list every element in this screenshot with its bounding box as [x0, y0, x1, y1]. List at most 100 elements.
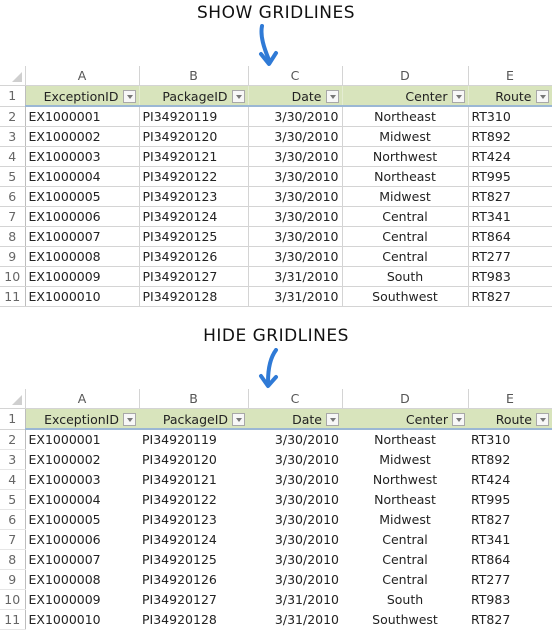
- cell-center[interactable]: Northeast: [342, 489, 468, 509]
- cell-center[interactable]: Midwest: [342, 509, 468, 529]
- row-number[interactable]: 3: [0, 126, 26, 147]
- cell-date[interactable]: 3/30/2010: [248, 509, 342, 529]
- cell-exceptionid[interactable]: EX1000001: [25, 106, 140, 127]
- filter-dropdown-icon[interactable]: [535, 89, 549, 103]
- cell-date[interactable]: 3/30/2010: [248, 226, 343, 247]
- cell-packageid[interactable]: PI34920121: [139, 469, 248, 489]
- cell-packageid[interactable]: PI34920122: [139, 166, 249, 187]
- cell-center[interactable]: Southwest: [342, 286, 469, 307]
- filter-dropdown-icon[interactable]: [232, 412, 245, 426]
- cell-route[interactable]: RT310: [468, 106, 552, 127]
- cell-route[interactable]: RT424: [468, 469, 552, 489]
- filter-dropdown-icon[interactable]: [325, 89, 339, 103]
- cell-route[interactable]: RT892: [468, 449, 552, 469]
- header-cell[interactable]: Date: [248, 85, 343, 107]
- header-cell[interactable]: ExceptionID: [25, 408, 139, 430]
- cell-center[interactable]: Central: [342, 529, 468, 549]
- cell-date[interactable]: 3/30/2010: [248, 529, 342, 549]
- cell-date[interactable]: 3/30/2010: [248, 489, 342, 509]
- cell-packageid[interactable]: PI34920119: [139, 429, 248, 449]
- cell-packageid[interactable]: PI34920119: [139, 106, 249, 127]
- filter-dropdown-icon[interactable]: [326, 412, 339, 426]
- cell-center[interactable]: Midwest: [342, 126, 469, 147]
- cell-route[interactable]: RT864: [468, 226, 552, 247]
- cell-route[interactable]: RT341: [468, 206, 552, 227]
- cell-packageid[interactable]: PI34920126: [139, 246, 249, 267]
- cell-center[interactable]: Northeast: [342, 429, 468, 449]
- header-cell[interactable]: Date: [248, 408, 342, 430]
- header-cell[interactable]: Center: [342, 85, 469, 107]
- filter-dropdown-icon[interactable]: [536, 412, 549, 426]
- column-header-d[interactable]: D: [342, 389, 469, 409]
- cell-packageid[interactable]: PI34920127: [139, 266, 249, 287]
- cell-center[interactable]: Northwest: [342, 469, 468, 489]
- cell-date[interactable]: 3/31/2010: [248, 609, 342, 629]
- row-number[interactable]: 8: [0, 549, 26, 570]
- cell-date[interactable]: 3/30/2010: [248, 146, 343, 167]
- row-number[interactable]: 7: [0, 529, 26, 550]
- filter-dropdown-icon[interactable]: [122, 89, 136, 103]
- row-number[interactable]: 11: [0, 286, 26, 307]
- column-header-d[interactable]: D: [342, 66, 469, 86]
- row-number[interactable]: 6: [0, 186, 26, 207]
- cell-route[interactable]: RT983: [468, 266, 552, 287]
- cell-date[interactable]: 3/31/2010: [248, 286, 343, 307]
- cell-route[interactable]: RT864: [468, 549, 552, 569]
- cell-packageid[interactable]: PI34920123: [139, 509, 248, 529]
- row-number[interactable]: 11: [0, 609, 26, 630]
- cell-exceptionid[interactable]: EX1000002: [25, 126, 140, 147]
- cell-center[interactable]: South: [342, 589, 468, 609]
- cell-date[interactable]: 3/30/2010: [248, 549, 342, 569]
- cell-packageid[interactable]: PI34920121: [139, 146, 249, 167]
- row-number[interactable]: 5: [0, 166, 26, 187]
- cell-center[interactable]: Central: [342, 569, 468, 589]
- cell-exceptionid[interactable]: EX1000007: [25, 226, 140, 247]
- filter-dropdown-icon[interactable]: [123, 412, 136, 426]
- cell-route[interactable]: RT277: [468, 569, 552, 589]
- row-number[interactable]: 9: [0, 246, 26, 267]
- row-number[interactable]: 1: [0, 408, 26, 430]
- cell-exceptionid[interactable]: EX1000008: [25, 569, 139, 589]
- cell-exceptionid[interactable]: EX1000004: [25, 166, 140, 187]
- cell-route[interactable]: RT424: [468, 146, 552, 167]
- row-number[interactable]: 4: [0, 146, 26, 167]
- cell-date[interactable]: 3/30/2010: [248, 246, 343, 267]
- row-number[interactable]: 2: [0, 429, 26, 450]
- column-header-b[interactable]: B: [139, 389, 249, 409]
- cell-exceptionid[interactable]: EX1000003: [25, 469, 139, 489]
- cell-date[interactable]: 3/30/2010: [248, 569, 342, 589]
- header-cell[interactable]: PackageID: [139, 408, 248, 430]
- cell-exceptionid[interactable]: EX1000002: [25, 449, 139, 469]
- row-number[interactable]: 6: [0, 509, 26, 530]
- cell-packageid[interactable]: PI34920125: [139, 549, 248, 569]
- header-cell[interactable]: ExceptionID: [25, 85, 140, 107]
- cell-date[interactable]: 3/31/2010: [248, 266, 343, 287]
- cell-packageid[interactable]: PI34920123: [139, 186, 249, 207]
- cell-packageid[interactable]: PI34920120: [139, 449, 248, 469]
- filter-dropdown-icon[interactable]: [231, 89, 245, 103]
- header-cell[interactable]: Route: [468, 85, 552, 107]
- header-cell[interactable]: PackageID: [139, 85, 249, 107]
- cell-exceptionid[interactable]: EX1000010: [25, 286, 140, 307]
- cell-exceptionid[interactable]: EX1000004: [25, 489, 139, 509]
- cell-center[interactable]: Central: [342, 549, 468, 569]
- row-number[interactable]: 10: [0, 589, 26, 610]
- cell-packageid[interactable]: PI34920124: [139, 529, 248, 549]
- cell-exceptionid[interactable]: EX1000006: [25, 529, 139, 549]
- cell-route[interactable]: RT892: [468, 126, 552, 147]
- header-cell[interactable]: Center: [342, 408, 468, 430]
- cell-exceptionid[interactable]: EX1000007: [25, 549, 139, 569]
- column-header-c[interactable]: C: [248, 66, 343, 86]
- row-number[interactable]: 5: [0, 489, 26, 510]
- cell-center[interactable]: Northwest: [342, 146, 469, 167]
- row-number[interactable]: 1: [0, 85, 26, 107]
- cell-center[interactable]: Southwest: [342, 609, 468, 629]
- cell-packageid[interactable]: PI34920122: [139, 489, 248, 509]
- cell-route[interactable]: RT827: [468, 186, 552, 207]
- column-header-e[interactable]: E: [468, 66, 552, 86]
- cell-packageid[interactable]: PI34920126: [139, 569, 248, 589]
- cell-date[interactable]: 3/30/2010: [248, 166, 343, 187]
- cell-date[interactable]: 3/30/2010: [248, 469, 342, 489]
- cell-date[interactable]: 3/30/2010: [248, 429, 342, 449]
- cell-route[interactable]: RT995: [468, 166, 552, 187]
